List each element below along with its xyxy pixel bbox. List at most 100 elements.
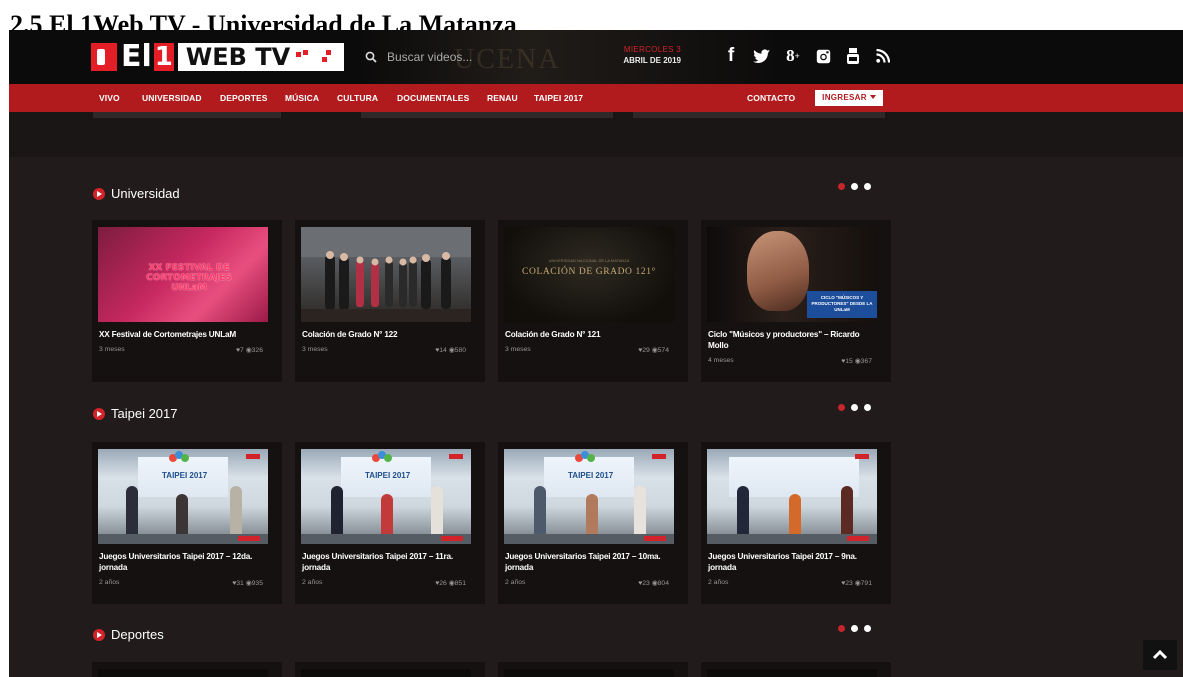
nav-item-cultura[interactable]: CULTURA [337,93,378,103]
page-heading: 2.5 El 1Web TV - Universidad de La Matan… [10,10,517,32]
login-label: INGRESAR [822,93,867,102]
thumbnail-face [747,231,809,311]
video-card[interactable]: UNIVERSIDAD NACIONAL DE LA MATANZA COLAC… [498,220,688,382]
carousel-dot[interactable] [838,404,845,411]
carousel-dot[interactable] [838,625,845,632]
video-card[interactable] [295,662,485,677]
nav-item-renau[interactable]: RENAU [487,93,518,103]
login-dropdown-button[interactable]: INGRESAR [815,90,883,106]
like-count: 7 [240,347,244,354]
section-title: Deportes [111,627,164,642]
video-card[interactable]: CICLO "MÚSICOS Y PRODUCTORES" DESDE LA U… [701,220,891,382]
video-thumbnail[interactable]: TAIPEI 2017 [301,449,471,544]
nav-item-deportes[interactable]: DEPORTES [220,93,268,103]
video-thumbnail[interactable]: XX FESTIVAL DE CORTOMETRAJES UNLaM [98,227,268,322]
video-thumbnail[interactable] [98,669,268,677]
main-nav: VIVO UNIVERSIDAD DEPORTES MÚSICA CULTURA… [9,84,1183,112]
video-card[interactable] [92,662,282,677]
video-meta: 2 años ♥31 ◉935 [99,579,271,589]
video-age: 2 años [302,579,323,586]
video-card[interactable]: Juegos Universitarios Taipei 2017 – 9na.… [701,442,891,604]
carousel-dot[interactable] [864,183,871,190]
youtube-icon[interactable] [845,47,861,65]
video-title[interactable]: Colación de Grado N° 122 [302,329,474,340]
video-card[interactable]: Colación de Grado N° 122 3 meses ♥14 ◉58… [295,220,485,382]
top-bar: UCENA El 1 WEB TV MIERCOLES 3 ABRIL DE [9,30,1183,84]
video-stats: ♥26 ◉851 [435,580,466,587]
play-circle-icon [93,407,105,420]
video-card[interactable] [701,662,891,677]
contact-link[interactable]: CONTACTO [747,93,795,103]
view-count: 851 [454,580,466,587]
nav-item-musica[interactable]: MÚSICA [285,93,319,103]
section-header-universidad[interactable]: Universidad [93,186,180,201]
search-box [365,46,515,68]
carousel-dot[interactable] [851,404,858,411]
video-stats: ♥23 ◉804 [638,580,669,587]
logo-mark-icon [91,43,117,71]
view-count: 935 [251,580,263,587]
thumbnail-text: TAIPEI 2017 [568,471,614,480]
facebook-icon[interactable]: f [723,46,739,66]
date-month: ABRIL DE 2019 [623,56,681,65]
video-card[interactable]: TAIPEI 2017 Juegos Universitarios Taipei… [295,442,485,604]
chevron-up-icon [1152,650,1168,660]
video-thumbnail[interactable] [707,449,877,544]
video-title[interactable]: Juegos Universitarios Taipei 2017 – 10ma… [505,551,677,573]
video-thumbnail[interactable] [301,227,471,322]
section-header-taipei[interactable]: Taipei 2017 [93,406,178,421]
video-thumbnail[interactable] [301,669,471,677]
video-thumbnail[interactable]: TAIPEI 2017 [98,449,268,544]
taipei-flower-icon [372,451,392,462]
thumbnail-subtext: UNIVERSIDAD NACIONAL DE LA MATANZA [548,258,630,263]
site-logo[interactable]: El 1 WEB TV [91,42,345,72]
video-thumbnail[interactable]: CICLO "MÚSICOS Y PRODUCTORES" DESDE LA U… [707,227,877,322]
section-header-deportes[interactable]: Deportes [93,627,164,642]
carousel-dot[interactable] [851,183,858,190]
search-input[interactable] [387,50,507,64]
video-thumbnail[interactable] [504,669,674,677]
nav-item-vivo[interactable]: VIVO [99,93,120,103]
carousel-dots-taipei [838,404,871,411]
nav-item-documentales[interactable]: DOCUMENTALES [397,93,469,103]
google-plus-icon[interactable]: 8 + [785,46,801,66]
carousel-dot[interactable] [864,404,871,411]
carousel-dot[interactable] [851,625,858,632]
video-stats: ♥14 ◉580 [435,347,466,354]
video-card[interactable] [498,662,688,677]
video-age: 3 meses [302,346,328,353]
view-count: 791 [860,580,872,587]
video-title[interactable]: Juegos Universitarios Taipei 2017 – 12da… [99,551,271,573]
video-thumbnail[interactable]: UNIVERSIDAD NACIONAL DE LA MATANZA COLAC… [504,227,674,322]
twitter-icon[interactable] [753,49,771,64]
video-meta: 2 años ♥23 ◉791 [708,579,880,589]
video-thumbnail[interactable]: TAIPEI 2017 [504,449,674,544]
scroll-to-top-button[interactable] [1143,640,1177,670]
taipei-flower-icon [575,451,595,462]
video-title[interactable]: Juegos Universitarios Taipei 2017 – 9na.… [708,551,880,573]
video-meta: 2 años ♥23 ◉804 [505,579,677,589]
social-links: f 8 + [723,46,891,66]
search-icon[interactable] [365,50,379,64]
video-thumbnail[interactable] [707,669,877,677]
play-circle-icon [93,628,105,641]
rss-icon[interactable] [875,49,891,63]
instagram-icon[interactable] [815,49,831,64]
thumbnail-text: XX FESTIVAL DE CORTOMETRAJES UNLaM [146,263,232,293]
view-count: 580 [454,347,466,354]
nav-item-universidad[interactable]: UNIVERSIDAD [142,93,202,103]
video-title[interactable]: Ciclo "Músicos y productores" – Ricardo … [708,329,880,351]
video-card[interactable]: XX FESTIVAL DE CORTOMETRAJES UNLaM XX Fe… [92,220,282,382]
video-stats: ♥7 ◉326 [236,347,263,354]
carousel-dot[interactable] [838,183,845,190]
video-title[interactable]: Colación de Grado N° 121 [505,329,677,340]
view-count: 326 [251,347,263,354]
video-title[interactable]: Juegos Universitarios Taipei 2017 – 11ra… [302,551,474,573]
carousel-dots-deportes [838,625,871,632]
nav-item-taipei[interactable]: TAIPEI 2017 [534,93,583,103]
logo-pixels-icon [296,50,336,64]
video-card[interactable]: TAIPEI 2017 Juegos Universitarios Taipei… [92,442,282,604]
video-card[interactable]: TAIPEI 2017 Juegos Universitarios Taipei… [498,442,688,604]
video-title[interactable]: XX Festival de Cortometrajes UNLaM [99,329,271,340]
carousel-dot[interactable] [864,625,871,632]
